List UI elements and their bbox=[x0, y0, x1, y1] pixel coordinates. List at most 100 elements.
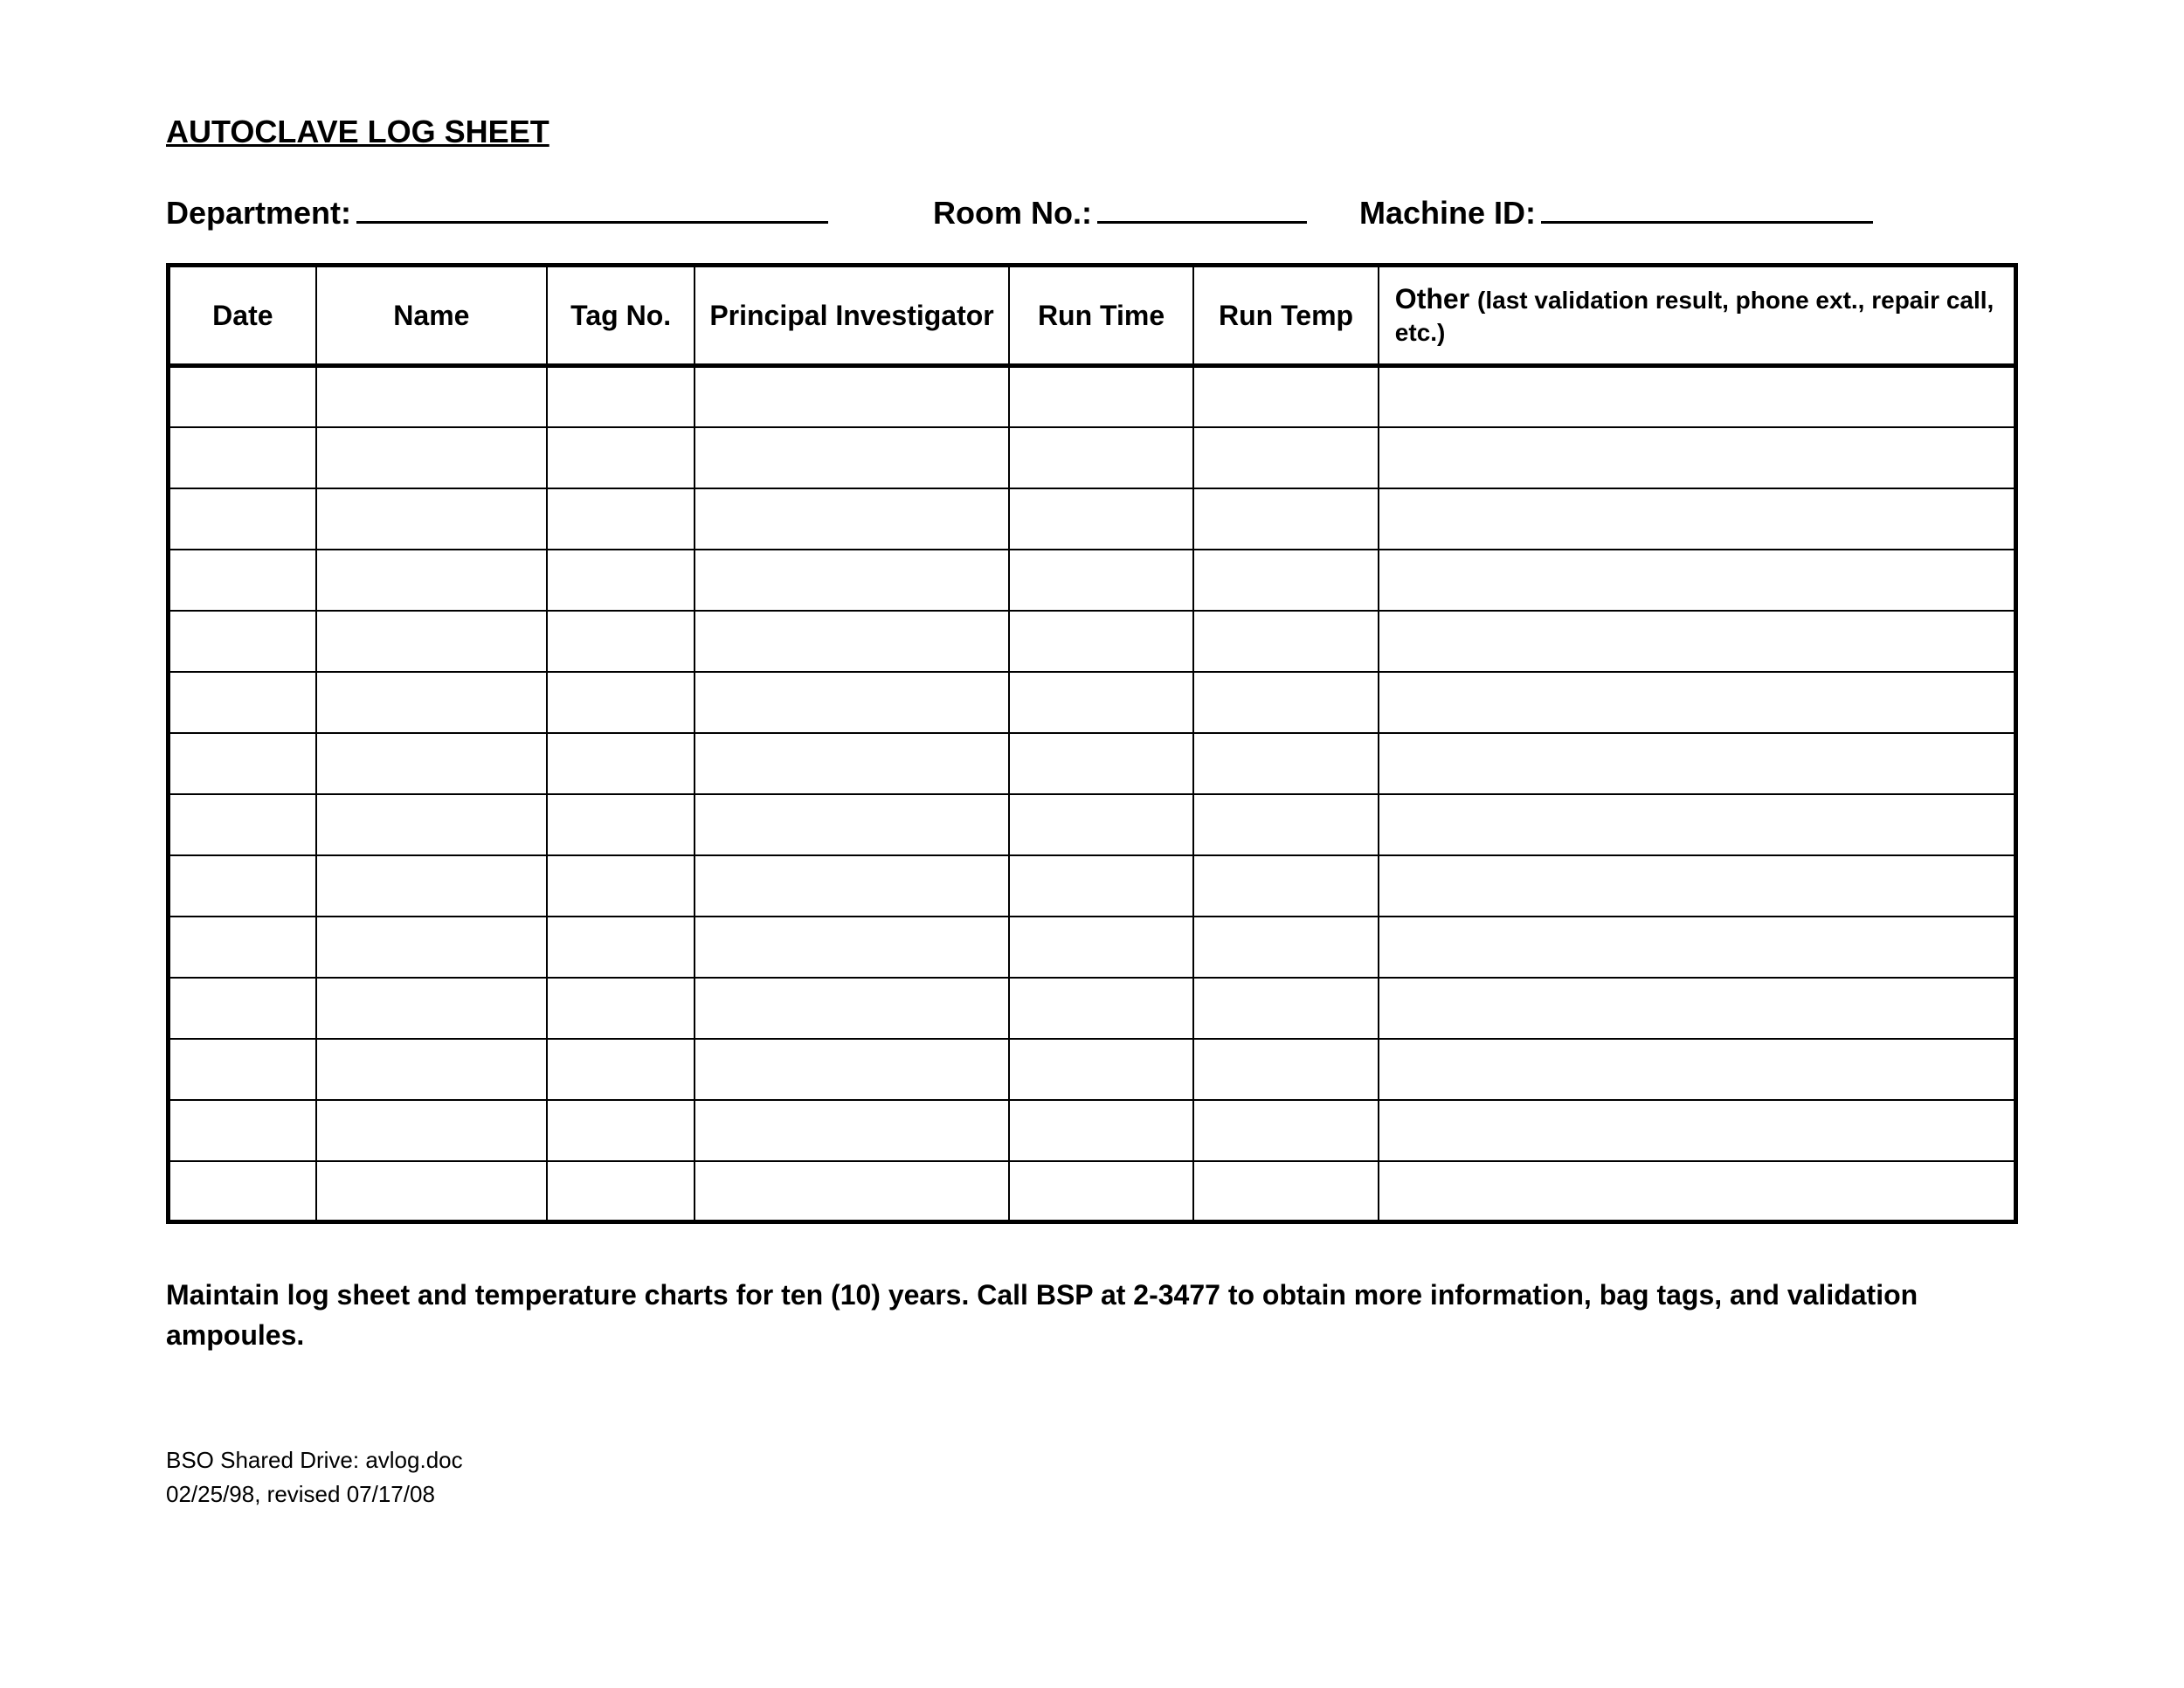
table-cell[interactable] bbox=[1193, 855, 1379, 917]
table-cell[interactable] bbox=[1009, 1039, 1194, 1100]
table-cell[interactable] bbox=[169, 978, 316, 1039]
table-cell[interactable] bbox=[547, 550, 695, 611]
table-cell[interactable] bbox=[1009, 366, 1194, 427]
table-cell[interactable] bbox=[169, 611, 316, 672]
table-cell[interactable] bbox=[547, 917, 695, 978]
table-cell[interactable] bbox=[1379, 488, 2016, 550]
table-cell[interactable] bbox=[547, 1100, 695, 1161]
table-cell[interactable] bbox=[1009, 855, 1194, 917]
table-cell[interactable] bbox=[1193, 917, 1379, 978]
table-cell[interactable] bbox=[1193, 733, 1379, 794]
table-cell[interactable] bbox=[1193, 978, 1379, 1039]
table-cell[interactable] bbox=[695, 672, 1009, 733]
table-cell[interactable] bbox=[1009, 1161, 1194, 1222]
table-cell[interactable] bbox=[1379, 672, 2016, 733]
table-cell[interactable] bbox=[695, 550, 1009, 611]
table-cell[interactable] bbox=[169, 917, 316, 978]
table-cell[interactable] bbox=[1009, 733, 1194, 794]
table-cell[interactable] bbox=[169, 794, 316, 855]
table-cell[interactable] bbox=[1193, 1100, 1379, 1161]
table-cell[interactable] bbox=[1379, 855, 2016, 917]
table-cell[interactable] bbox=[695, 1039, 1009, 1100]
department-blank[interactable] bbox=[356, 192, 828, 224]
table-cell[interactable] bbox=[547, 733, 695, 794]
room-blank[interactable] bbox=[1097, 192, 1307, 224]
table-cell[interactable] bbox=[316, 794, 547, 855]
table-cell[interactable] bbox=[1379, 917, 2016, 978]
table-cell[interactable] bbox=[1009, 794, 1194, 855]
table-cell[interactable] bbox=[1193, 611, 1379, 672]
table-cell[interactable] bbox=[169, 488, 316, 550]
table-cell[interactable] bbox=[169, 1100, 316, 1161]
table-cell[interactable] bbox=[169, 672, 316, 733]
table-cell[interactable] bbox=[1009, 672, 1194, 733]
table-cell[interactable] bbox=[169, 366, 316, 427]
table-cell[interactable] bbox=[1379, 1161, 2016, 1222]
table-cell[interactable] bbox=[1009, 611, 1194, 672]
table-cell[interactable] bbox=[316, 733, 547, 794]
table-cell[interactable] bbox=[1009, 427, 1194, 488]
table-cell[interactable] bbox=[1379, 427, 2016, 488]
table-cell[interactable] bbox=[547, 672, 695, 733]
table-cell[interactable] bbox=[1193, 794, 1379, 855]
table-cell[interactable] bbox=[1379, 611, 2016, 672]
table-cell[interactable] bbox=[1379, 1039, 2016, 1100]
table-cell[interactable] bbox=[316, 550, 547, 611]
table-cell[interactable] bbox=[1379, 794, 2016, 855]
table-cell[interactable] bbox=[1009, 1100, 1194, 1161]
table-cell[interactable] bbox=[316, 672, 547, 733]
table-cell[interactable] bbox=[547, 855, 695, 917]
table-cell[interactable] bbox=[1379, 366, 2016, 427]
table-cell[interactable] bbox=[1009, 488, 1194, 550]
table-cell[interactable] bbox=[1193, 550, 1379, 611]
machine-blank[interactable] bbox=[1541, 192, 1873, 224]
table-cell[interactable] bbox=[169, 427, 316, 488]
table-cell[interactable] bbox=[1193, 488, 1379, 550]
table-cell[interactable] bbox=[547, 611, 695, 672]
table-cell[interactable] bbox=[1009, 550, 1194, 611]
table-cell[interactable] bbox=[1193, 427, 1379, 488]
table-cell[interactable] bbox=[547, 427, 695, 488]
table-cell[interactable] bbox=[547, 366, 695, 427]
table-cell[interactable] bbox=[169, 733, 316, 794]
table-cell[interactable] bbox=[1193, 1161, 1379, 1222]
table-cell[interactable] bbox=[1193, 1039, 1379, 1100]
table-cell[interactable] bbox=[316, 855, 547, 917]
table-cell[interactable] bbox=[695, 917, 1009, 978]
table-cell[interactable] bbox=[169, 550, 316, 611]
table-cell[interactable] bbox=[316, 427, 547, 488]
table-cell[interactable] bbox=[695, 855, 1009, 917]
table-cell[interactable] bbox=[169, 1039, 316, 1100]
table-cell[interactable] bbox=[695, 366, 1009, 427]
table-cell[interactable] bbox=[695, 794, 1009, 855]
table-cell[interactable] bbox=[1379, 550, 2016, 611]
table-cell[interactable] bbox=[1193, 672, 1379, 733]
table-cell[interactable] bbox=[316, 366, 547, 427]
table-cell[interactable] bbox=[547, 1161, 695, 1222]
table-cell[interactable] bbox=[547, 1039, 695, 1100]
table-cell[interactable] bbox=[169, 1161, 316, 1222]
table-cell[interactable] bbox=[695, 978, 1009, 1039]
table-cell[interactable] bbox=[169, 855, 316, 917]
table-cell[interactable] bbox=[1009, 917, 1194, 978]
table-cell[interactable] bbox=[1379, 1100, 2016, 1161]
table-cell[interactable] bbox=[547, 794, 695, 855]
table-cell[interactable] bbox=[1379, 733, 2016, 794]
table-cell[interactable] bbox=[695, 1161, 1009, 1222]
table-cell[interactable] bbox=[1379, 978, 2016, 1039]
table-cell[interactable] bbox=[695, 488, 1009, 550]
table-cell[interactable] bbox=[695, 611, 1009, 672]
table-cell[interactable] bbox=[316, 1161, 547, 1222]
table-cell[interactable] bbox=[316, 917, 547, 978]
table-cell[interactable] bbox=[316, 488, 547, 550]
table-cell[interactable] bbox=[316, 611, 547, 672]
table-cell[interactable] bbox=[547, 488, 695, 550]
table-cell[interactable] bbox=[1193, 366, 1379, 427]
table-cell[interactable] bbox=[695, 733, 1009, 794]
table-cell[interactable] bbox=[695, 427, 1009, 488]
table-cell[interactable] bbox=[1009, 978, 1194, 1039]
table-cell[interactable] bbox=[695, 1100, 1009, 1161]
table-cell[interactable] bbox=[547, 978, 695, 1039]
table-cell[interactable] bbox=[316, 1039, 547, 1100]
table-cell[interactable] bbox=[316, 978, 547, 1039]
